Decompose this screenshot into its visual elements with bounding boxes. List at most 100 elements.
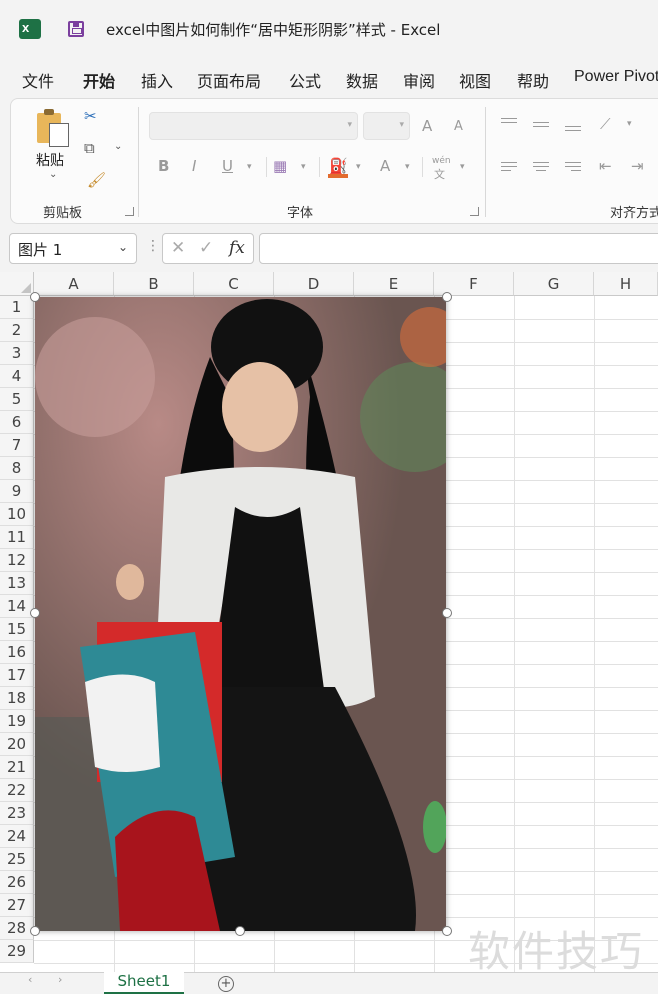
phonetic-guide-icon[interactable]: wén: [432, 156, 451, 166]
cancel-icon[interactable]: ✕: [171, 238, 185, 258]
select-all-button[interactable]: [0, 272, 34, 296]
name-box[interactable]: 图片 1 ⌄: [9, 233, 137, 264]
column-header-h[interactable]: H: [594, 272, 658, 296]
fill-color-icon[interactable]: ⛽: [329, 157, 348, 175]
row-header-14[interactable]: 14: [0, 595, 34, 618]
next-sheet-icon[interactable]: ›: [58, 973, 62, 986]
underline-button[interactable]: U: [222, 157, 233, 175]
tab-formulas[interactable]: 公式: [289, 68, 321, 92]
column-header-e[interactable]: E: [354, 272, 434, 296]
row-header-25[interactable]: 25: [0, 848, 34, 871]
resize-handle-bottom-middle[interactable]: [235, 926, 245, 936]
font-name-select[interactable]: ▾: [149, 112, 358, 140]
column-header-c[interactable]: C: [194, 272, 274, 296]
row-header-11[interactable]: 11: [0, 526, 34, 549]
row-header-12[interactable]: 12: [0, 549, 34, 572]
row-header-22[interactable]: 22: [0, 779, 34, 802]
tab-file[interactable]: 文件: [22, 68, 54, 92]
enter-icon[interactable]: ✓: [199, 238, 213, 258]
row-header-13[interactable]: 13: [0, 572, 34, 595]
increase-indent-icon[interactable]: ⇥: [631, 157, 644, 175]
formula-bar-grip-icon[interactable]: ⋮: [146, 238, 160, 254]
tab-view[interactable]: 视图: [459, 68, 491, 92]
orientation-dropdown-icon[interactable]: ▾: [627, 119, 632, 129]
resize-handle-bottom-right[interactable]: [442, 926, 452, 936]
tab-help[interactable]: 帮助: [517, 68, 549, 92]
row-header-1[interactable]: 1: [0, 296, 34, 319]
row-header-9[interactable]: 9: [0, 480, 34, 503]
align-right-icon[interactable]: [565, 159, 581, 174]
bold-button[interactable]: B: [158, 157, 169, 175]
font-launcher-icon[interactable]: [470, 207, 479, 216]
align-center-icon[interactable]: [533, 159, 549, 174]
border-dropdown-icon[interactable]: ▾: [301, 162, 306, 172]
row-header-17[interactable]: 17: [0, 664, 34, 687]
prev-sheet-icon[interactable]: ‹: [28, 973, 32, 986]
row-header-6[interactable]: 6: [0, 411, 34, 434]
add-sheet-icon[interactable]: +: [218, 976, 234, 992]
row-header-21[interactable]: 21: [0, 756, 34, 779]
shrink-font-icon[interactable]: A: [454, 119, 463, 134]
fill-color-dropdown-icon[interactable]: ▾: [356, 162, 361, 172]
tab-data[interactable]: 数据: [346, 68, 378, 92]
formula-input[interactable]: [259, 233, 658, 264]
row-header-2[interactable]: 2: [0, 319, 34, 342]
font-color-icon[interactable]: A: [380, 157, 390, 175]
row-header-23[interactable]: 23: [0, 802, 34, 825]
resize-handle-middle-left[interactable]: [30, 608, 40, 618]
row-header-28[interactable]: 28: [0, 917, 34, 940]
decrease-indent-icon[interactable]: ⇤: [599, 157, 612, 175]
format-painter-icon[interactable]: 🖌: [87, 171, 106, 189]
paste-icon[interactable]: [37, 109, 69, 147]
resize-handle-bottom-left[interactable]: [30, 926, 40, 936]
tab-review[interactable]: 审阅: [403, 68, 435, 92]
align-middle-icon[interactable]: [533, 119, 549, 130]
row-header-8[interactable]: 8: [0, 457, 34, 480]
orientation-icon[interactable]: ⟋: [600, 115, 611, 133]
clipboard-launcher-icon[interactable]: [125, 207, 134, 216]
paste-dropdown-icon[interactable]: ⌄: [49, 169, 57, 180]
row-header-20[interactable]: 20: [0, 733, 34, 756]
column-header-d[interactable]: D: [274, 272, 354, 296]
column-header-g[interactable]: G: [514, 272, 594, 296]
tab-power-pivot[interactable]: Power Pivot: [574, 68, 658, 86]
grow-font-icon[interactable]: A: [422, 117, 432, 135]
row-header-29[interactable]: 29: [0, 940, 34, 963]
copy-dropdown-icon[interactable]: ⌄: [114, 141, 122, 152]
tab-insert[interactable]: 插入: [141, 68, 173, 92]
row-header-3[interactable]: 3: [0, 342, 34, 365]
align-left-icon[interactable]: [501, 159, 517, 174]
align-bottom-icon[interactable]: [565, 123, 581, 134]
border-icon[interactable]: ▦: [273, 157, 287, 175]
row-header-10[interactable]: 10: [0, 503, 34, 526]
cut-icon[interactable]: ✂: [84, 107, 97, 125]
font-color-dropdown-icon[interactable]: ▾: [405, 162, 410, 172]
insert-function-button[interactable]: fx: [229, 238, 245, 258]
resize-handle-top-left[interactable]: [30, 292, 40, 302]
row-header-4[interactable]: 4: [0, 365, 34, 388]
phonetic-dropdown-icon[interactable]: ▾: [460, 162, 465, 172]
row-header-5[interactable]: 5: [0, 388, 34, 411]
selected-picture[interactable]: [35, 297, 446, 931]
paste-button[interactable]: 粘贴: [36, 150, 64, 170]
resize-handle-top-right[interactable]: [442, 292, 452, 302]
row-header-26[interactable]: 26: [0, 871, 34, 894]
copy-icon[interactable]: ⧉: [84, 139, 95, 157]
row-header-16[interactable]: 16: [0, 641, 34, 664]
row-header-18[interactable]: 18: [0, 687, 34, 710]
name-box-dropdown-icon[interactable]: ⌄: [118, 240, 128, 254]
row-header-15[interactable]: 15: [0, 618, 34, 641]
column-header-b[interactable]: B: [114, 272, 194, 296]
tab-page-layout[interactable]: 页面布局: [197, 68, 261, 92]
tab-home[interactable]: 开始: [83, 68, 115, 92]
italic-button[interactable]: I: [192, 157, 196, 175]
save-icon[interactable]: [68, 21, 84, 37]
column-header-a[interactable]: A: [34, 272, 114, 296]
row-header-24[interactable]: 24: [0, 825, 34, 848]
sheet-tab-sheet1[interactable]: Sheet1: [104, 972, 184, 994]
font-size-select[interactable]: ▾: [363, 112, 410, 140]
align-top-icon[interactable]: [501, 115, 517, 126]
resize-handle-middle-right[interactable]: [442, 608, 452, 618]
underline-dropdown-icon[interactable]: ▾: [247, 162, 252, 172]
row-header-19[interactable]: 19: [0, 710, 34, 733]
